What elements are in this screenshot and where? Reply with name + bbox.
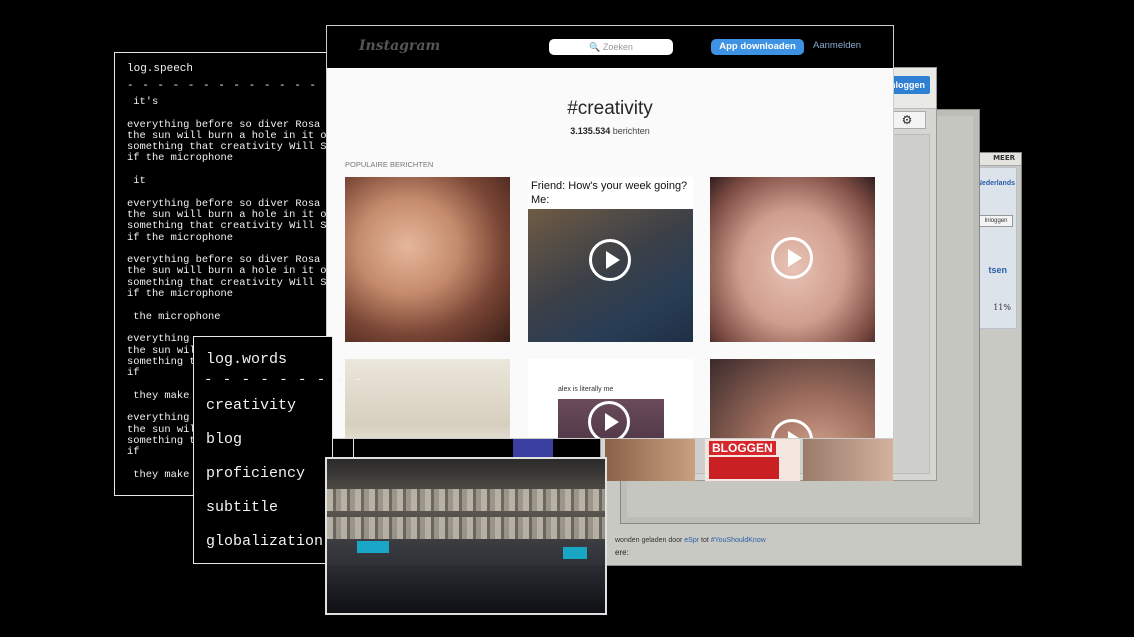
section-label: POPULAIRE BERICHTEN	[345, 160, 434, 169]
window-title: log.words	[206, 351, 288, 368]
post-thumbnail[interactable]	[710, 177, 875, 342]
percent-value: 11%	[993, 303, 1011, 312]
bookshelf	[327, 489, 605, 511]
speech-line: if the microphone	[127, 152, 234, 165]
partial-heading: tsen	[988, 265, 1007, 275]
word-item: blog	[206, 431, 243, 448]
speech-line: the microphone	[127, 310, 221, 323]
word-item: globalization	[206, 533, 324, 550]
separator: - - - - - - - - - - - - - - - - -	[127, 80, 354, 92]
instagram-logo[interactable]: Instagram	[359, 38, 440, 54]
window-title: log.speech	[127, 63, 194, 75]
login-small-button[interactable]: Inloggen	[979, 215, 1013, 227]
byline-hashtag[interactable]: #YouShouldKnow	[711, 537, 766, 544]
post-count-suffix: berichten	[612, 126, 650, 136]
strip-image	[605, 439, 695, 481]
word-list: creativity blog proficiency subtitle globali…	[206, 395, 323, 565]
word-item: creativity	[206, 397, 297, 414]
speech-line	[127, 187, 353, 198]
instagram-header: Instagram 🔍 Zoeken App downloaden Aanmel…	[327, 26, 893, 68]
byline-text: wonden geladen door	[615, 537, 685, 544]
speech-line: if the microphone	[127, 231, 234, 244]
download-app-button[interactable]: App downloaden	[711, 39, 804, 55]
speech-line: if the microphone	[127, 288, 234, 301]
play-icon[interactable]	[589, 239, 631, 281]
partial-text: ere:	[615, 548, 629, 557]
speech-line: it's	[127, 96, 159, 108]
screen	[357, 541, 389, 553]
post-thumbnail[interactable]	[345, 359, 510, 438]
word-item: proficiency	[206, 465, 306, 482]
audience	[327, 565, 605, 613]
word-item: subtitle	[206, 499, 279, 516]
speech-line	[127, 300, 353, 311]
meme-caption: Friend: How's your week going? Me:	[531, 179, 687, 207]
post-caption: alex is literally me	[558, 386, 614, 393]
screen	[563, 547, 587, 559]
search-input[interactable]: 🔍 Zoeken	[549, 39, 673, 55]
speech-line	[127, 108, 353, 119]
post-count: 3.135.534 berichten	[327, 126, 893, 136]
instagram-window: Instagram 🔍 Zoeken App downloaden Aanmel…	[326, 25, 894, 439]
play-icon[interactable]	[588, 401, 630, 438]
strip-image: BLOGGEN	[705, 439, 800, 481]
meme-caption-line2: Me:	[531, 194, 550, 206]
speech-line	[127, 165, 353, 176]
post-count-value: 3.135.534	[570, 126, 611, 136]
strip-image	[803, 439, 893, 481]
byline: wonden geladen door eSpr tot #YouShouldK…	[615, 537, 766, 544]
byline-mid: tot	[699, 537, 711, 544]
speech-line: it	[127, 175, 146, 188]
play-icon[interactable]	[771, 237, 813, 279]
bloggen-banner: BLOGGEN	[709, 441, 776, 455]
meme-caption-line1: Friend: How's your week going?	[531, 180, 688, 192]
speech-line: something that creativity Will So	[127, 220, 333, 233]
byline-user[interactable]: eSpr	[684, 537, 699, 544]
red-block	[709, 457, 779, 479]
words-log-window: log.words - - - - - - - - - creativity bl…	[193, 336, 363, 565]
post-thumbnail[interactable]	[710, 359, 875, 438]
separator: - - - - - - - - -	[204, 372, 364, 388]
post-thumbnail[interactable]: Friend: How's your week going? Me:	[528, 177, 693, 342]
post-thumbnail[interactable]: alex is literally me	[528, 359, 693, 438]
meer-menu[interactable]: MEER	[993, 154, 1015, 162]
login-link[interactable]: Aanmelden	[813, 40, 861, 51]
video-preview	[528, 209, 693, 342]
post-thumbnail[interactable]	[345, 177, 510, 342]
play-icon[interactable]	[771, 419, 813, 438]
video-window[interactable]	[325, 457, 607, 615]
hashtag-title: #creativity	[567, 98, 653, 119]
language-link[interactable]: Nederlands	[977, 180, 1015, 187]
bookshelf	[327, 517, 605, 539]
